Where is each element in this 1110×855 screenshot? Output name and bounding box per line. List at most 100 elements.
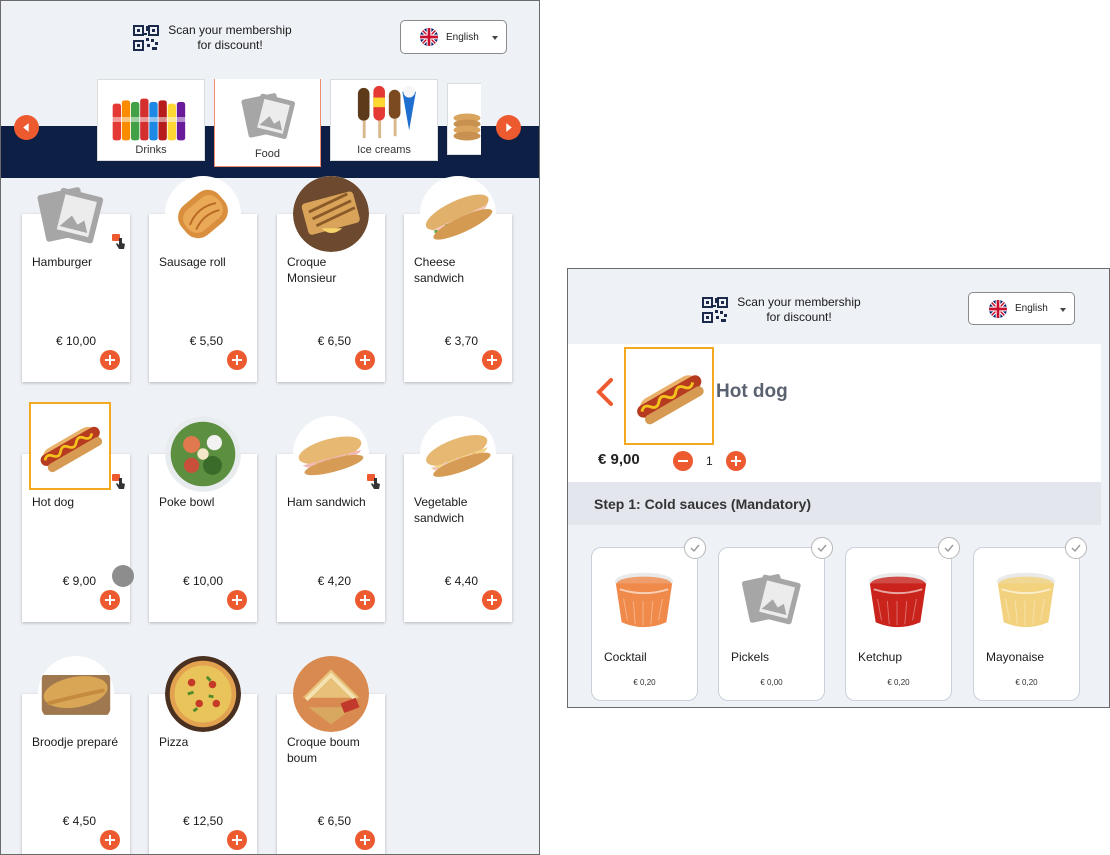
sauce-price: € 0,20: [633, 678, 656, 687]
category-food[interactable]: Food: [214, 79, 321, 167]
croque-monsieur-image: [293, 176, 369, 252]
category-carousel: Drinks Food Ice creams: [97, 79, 481, 169]
header: Scan your membership for discount! Engli…: [1, 1, 539, 73]
add-to-cart-button[interactable]: [227, 350, 247, 370]
product-name: Cheese sandwich: [414, 255, 465, 285]
quantity-decrease-button[interactable]: [673, 451, 693, 471]
chevron-left-icon: [23, 123, 29, 132]
language-select[interactable]: English: [968, 292, 1075, 325]
product-price: € 9,00: [598, 451, 640, 468]
product-card-poke-bowl[interactable]: Poke bowl € 10,00: [149, 416, 257, 622]
ham-sandwich-image: [293, 416, 369, 492]
sauce-option-mayonaise[interactable]: Mayonaise € 0,20: [973, 547, 1080, 701]
product-card-sausage-roll[interactable]: Sausage roll € 5,50: [149, 176, 257, 382]
sauce-option-ketchup[interactable]: Ketchup € 0,20: [845, 547, 952, 701]
product-card-broodje-prepare[interactable]: Broodje preparé € 4,50: [22, 656, 130, 854]
sauce-name: Pickels: [731, 650, 770, 664]
product-card-hamburger[interactable]: Hamburger € 10,00: [22, 214, 130, 382]
product-price: € 12,50: [182, 814, 223, 828]
pizza-image: [165, 656, 241, 732]
membership-text: Scan your membership for discount!: [737, 295, 861, 324]
hot-dog-image: [630, 357, 708, 435]
sauce-price: € 0,00: [760, 678, 783, 687]
broodje-image: [38, 656, 114, 732]
product-card-cheese-sandwich[interactable]: Cheese sandwich € 3,70: [404, 176, 512, 382]
uk-flag-icon: [989, 300, 1007, 318]
qr-code-icon: [133, 25, 159, 51]
product-card-vegetable-sandwich[interactable]: Vegetable sandwich € 4,40: [404, 416, 512, 622]
chevron-down-icon: [492, 36, 498, 40]
product-name: Croque Monsieur: [287, 255, 337, 285]
product-title: Hot dog: [716, 381, 788, 402]
sausage-roll-image: [165, 176, 241, 252]
product-card-croque-monsieur[interactable]: Croque Monsieur € 6,50: [277, 176, 385, 382]
membership-scan[interactable]: Scan your membership for discount!: [702, 295, 864, 325]
add-to-cart-button[interactable]: [482, 350, 502, 370]
add-to-cart-button[interactable]: [100, 350, 120, 370]
croque-boum-image: [293, 656, 369, 732]
category-drinks[interactable]: Drinks: [97, 79, 205, 161]
placeholder-image-icon: [737, 564, 805, 632]
check-icon[interactable]: [811, 537, 833, 559]
add-to-cart-button[interactable]: [355, 590, 375, 610]
quantity-increase-button[interactable]: [726, 451, 746, 471]
product-card-ham-sandwich[interactable]: Ham sandwich € 4,20: [277, 416, 385, 622]
sauce-option-cocktail[interactable]: Cocktail € 0,20: [591, 547, 698, 701]
uk-flag-icon: [420, 28, 438, 46]
add-to-cart-button[interactable]: [482, 590, 502, 610]
product-name: Croque boum boum: [287, 735, 360, 765]
check-icon[interactable]: [1065, 537, 1087, 559]
selected-product-frame: [29, 402, 111, 490]
back-chevron-icon[interactable]: [594, 377, 616, 407]
product-price: € 6,50: [317, 814, 351, 828]
ketchup-image: [864, 564, 932, 632]
add-to-cart-button[interactable]: [355, 350, 375, 370]
product-name: Broodje preparé: [32, 735, 119, 749]
sauce-name: Cocktail: [604, 650, 647, 664]
category-ice-creams[interactable]: Ice creams: [330, 79, 438, 161]
product-price: € 4,20: [317, 574, 351, 588]
product-card-hot-dog[interactable]: Hot dog € 9,00: [22, 402, 130, 622]
add-to-cart-button[interactable]: [100, 590, 120, 610]
drinks-bottles-image: [109, 92, 193, 142]
product-name: Vegetable sandwich: [414, 495, 468, 525]
add-to-cart-button[interactable]: [227, 830, 247, 850]
chevron-right-icon: [506, 123, 512, 132]
vegetable-sandwich-image: [420, 416, 496, 492]
product-price: € 6,50: [317, 334, 351, 348]
product-name: Pizza: [159, 735, 189, 749]
step-title: Step 1: Cold sauces (Mandatory): [594, 495, 812, 512]
chevron-down-icon: [1060, 308, 1066, 312]
cheese-sandwich-image: [420, 176, 496, 252]
pancakes-image: [452, 98, 481, 150]
language-select[interactable]: English: [400, 20, 507, 54]
product-card-pizza[interactable]: Pizza € 12,50: [149, 656, 257, 854]
cocktail-sauce-image: [610, 564, 678, 632]
category-label: Drinks: [135, 144, 167, 156]
product-price: € 3,70: [444, 334, 478, 348]
product-price: € 4,40: [444, 574, 478, 588]
sauce-price: € 0,20: [887, 678, 910, 687]
placeholder-image-icon: [229, 84, 307, 146]
sauce-option-pickels[interactable]: Pickels € 0,00: [718, 547, 825, 701]
category-pancakes[interactable]: [447, 83, 481, 155]
product-price: € 5,50: [189, 334, 223, 348]
sauce-name: Mayonaise: [986, 650, 1045, 664]
poke-bowl-image: [165, 416, 241, 492]
membership-scan[interactable]: Scan your membership for discount!: [133, 23, 295, 53]
product-price: € 4,50: [62, 814, 96, 828]
product-card-croque-boum-boum[interactable]: Croque boum boum € 6,50: [277, 656, 385, 854]
step-header: Step 1: Cold sauces (Mandatory): [568, 482, 1101, 525]
add-to-cart-button[interactable]: [355, 830, 375, 850]
check-icon[interactable]: [938, 537, 960, 559]
category-prev-button[interactable]: [14, 115, 39, 140]
check-icon[interactable]: [684, 537, 706, 559]
category-label: Ice creams: [357, 144, 411, 156]
mayonnaise-image: [992, 564, 1060, 632]
tap-hand-icon: [112, 474, 126, 490]
category-next-button[interactable]: [496, 115, 521, 140]
add-to-cart-button[interactable]: [100, 830, 120, 850]
tap-hand-icon: [112, 234, 126, 250]
add-to-cart-button[interactable]: [227, 590, 247, 610]
language-label: English: [446, 31, 479, 43]
